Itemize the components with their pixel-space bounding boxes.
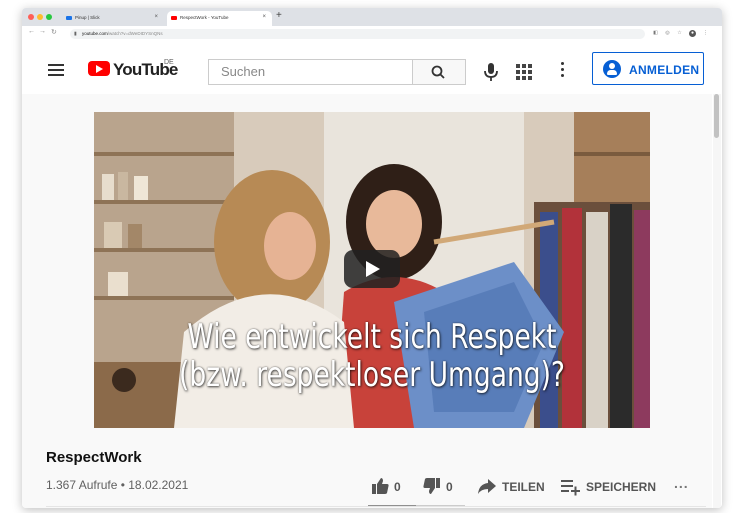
account-icon — [603, 60, 621, 78]
profile-icon[interactable]: ● — [689, 30, 696, 37]
address-bar-row: ← → ↻ ▮ youtube.com/watch?v=dWeDIDYSnQNs… — [22, 26, 722, 43]
close-tab-icon[interactable]: × — [262, 14, 266, 20]
zoom-icon[interactable]: ◎ — [664, 30, 671, 37]
video-player[interactable]: Wie entwickelt sich Respekt (bzw. respek… — [94, 112, 650, 428]
dislike-button[interactable]: 0 — [422, 476, 464, 496]
dislike-count: 0 — [446, 480, 453, 494]
search-icon — [431, 65, 445, 79]
search-button[interactable] — [412, 59, 466, 85]
more-icon: ... — [674, 475, 689, 491]
region-label: DE — [164, 59, 174, 66]
lock-icon: ▮ — [74, 31, 77, 37]
divider — [46, 506, 706, 507]
more-actions-button[interactable]: ... — [672, 475, 698, 496]
close-tab-icon[interactable]: × — [154, 14, 158, 20]
maximize-window-button[interactable] — [46, 14, 52, 20]
signin-label: ANMELDEN — [629, 63, 700, 77]
settings-more-icon[interactable] — [561, 62, 565, 80]
youtube-favicon-icon — [171, 16, 177, 20]
thumbs-up-icon — [372, 478, 389, 494]
watch-page: Wie entwickelt sich Respekt (bzw. respek… — [22, 94, 712, 508]
browser-menu-icon[interactable]: ⋮ — [702, 30, 709, 37]
play-button[interactable] — [344, 250, 400, 288]
tab-youtube[interactable]: RespectWork - YouTube × — [167, 11, 272, 26]
save-button[interactable]: SPEICHERN — [560, 476, 660, 496]
save-label: SPEICHERN — [586, 480, 657, 494]
scrollbar-thumb[interactable] — [714, 94, 719, 138]
scrollbar[interactable] — [713, 94, 721, 508]
address-bar[interactable]: ▮ youtube.com/watch?v=dWeDIDYSnQNs — [70, 29, 645, 39]
tab-pinup[interactable]: Pinup | Slick × — [62, 11, 164, 26]
tab-favicon-icon — [66, 16, 72, 20]
video-caption-line1: Wie entwickelt sich Respekt — [187, 317, 557, 357]
tab-strip: Pinup | Slick × RespectWork - YouTube × … — [22, 8, 722, 26]
video-title: RespectWork — [46, 449, 142, 466]
url-host: youtube.com — [82, 31, 108, 36]
forward-arrow-icon[interactable]: → — [39, 28, 46, 35]
tab-title: RespectWork - YouTube — [180, 15, 229, 20]
new-tab-button[interactable]: + — [276, 10, 282, 21]
like-button[interactable]: 0 — [370, 476, 412, 496]
back-arrow-icon[interactable]: ← — [28, 28, 35, 35]
hamburger-menu-icon[interactable] — [48, 64, 64, 79]
video-caption-line2: (bzw. respektloser Umgang)? — [178, 355, 566, 395]
youtube-play-logo-icon — [88, 61, 110, 76]
youtube-header: YouTube DE Suchen ANMELDEN — [22, 42, 722, 94]
thumbs-down-icon — [423, 478, 440, 494]
apps-grid-icon[interactable] — [516, 64, 532, 80]
minimize-window-button[interactable] — [37, 14, 43, 20]
signin-button[interactable]: ANMELDEN — [592, 52, 704, 85]
reload-icon[interactable]: ↻ — [51, 28, 57, 36]
tab-title: Pinup | Slick — [75, 15, 100, 20]
playlist-add-icon — [561, 480, 580, 496]
video-meta: 1.367 Aufrufe • 18.02.2021 — [46, 478, 189, 492]
browser-window: Pinup | Slick × RespectWork - YouTube × … — [22, 8, 722, 508]
share-button[interactable]: TEILEN — [476, 476, 548, 496]
bookmark-star-icon[interactable]: ☆ — [676, 30, 683, 37]
video-caption: Wie entwickelt sich Respekt (bzw. respek… — [155, 318, 589, 394]
search-input[interactable]: Suchen — [208, 59, 413, 85]
like-count: 0 — [394, 480, 401, 494]
url-path: /watch?v=dWeDIDYSnQNs — [107, 31, 163, 36]
extension-icon[interactable]: ◧ — [652, 30, 659, 37]
share-label: TEILEN — [502, 480, 545, 494]
share-arrow-icon — [478, 479, 496, 494]
microphone-icon[interactable] — [481, 61, 501, 83]
close-window-button[interactable] — [28, 14, 34, 20]
